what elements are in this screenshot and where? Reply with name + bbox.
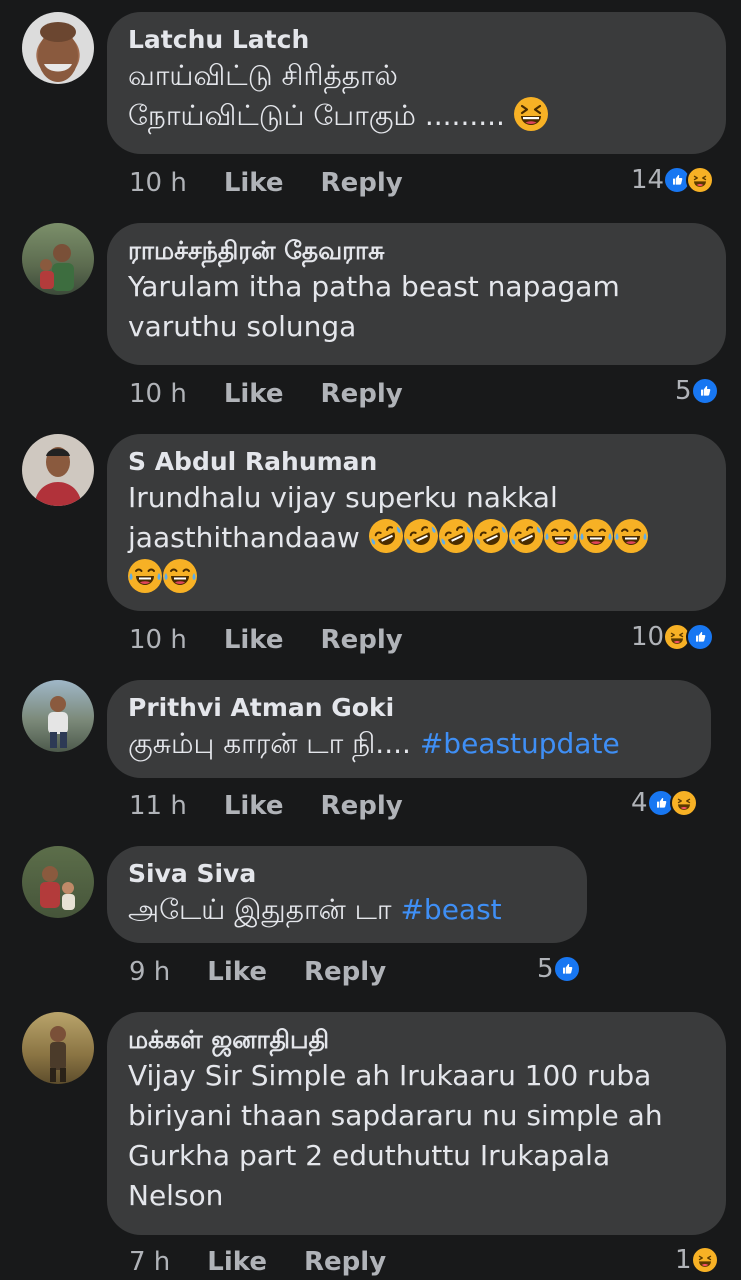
reply-button[interactable]: Reply — [321, 379, 403, 409]
comment-timestamp[interactable]: 10 h — [129, 379, 187, 409]
reply-button[interactable]: Reply — [321, 168, 403, 198]
comment-timestamp[interactable]: 10 h — [129, 168, 187, 198]
haha-icon — [690, 1246, 719, 1274]
reaction-count: 10 — [631, 622, 665, 652]
rolling-laughing-emoji — [509, 519, 543, 553]
reaction-summary[interactable]: 14 — [631, 163, 715, 197]
like-button[interactable]: Like — [207, 957, 267, 987]
comment-text-line: Gurkha part 2 eduthuttu Irukapala — [128, 1139, 611, 1172]
reaction-summary[interactable]: 1 — [675, 1243, 719, 1277]
comment-meta: 9 h Like Reply — [129, 955, 386, 989]
grinning-squint-emoji — [514, 97, 548, 131]
rolling-laughing-emoji — [439, 519, 473, 553]
comment-text-line: biriyani thaan sapdararu nu simple ah — [128, 1099, 663, 1132]
comment-author[interactable]: Siva Siva — [128, 858, 565, 890]
comment-text-line: varuthu solunga — [128, 310, 357, 343]
reaction-summary[interactable]: 5 — [675, 374, 719, 408]
tears-of-joy-emoji — [544, 519, 578, 553]
reply-button[interactable]: Reply — [321, 791, 403, 821]
avatar[interactable] — [22, 12, 94, 84]
comment-meta: 10 h Like Reply — [129, 166, 403, 200]
comment-text-line: jaasthithandaaw — [128, 521, 360, 554]
comment-meta: 10 h Like Reply — [129, 377, 403, 411]
comment-bubble[interactable]: S Abdul Rahuman Irundhalu vijay superku … — [107, 434, 726, 611]
tears-of-joy-emoji — [614, 519, 648, 553]
comment-text-line: Vijay Sir Simple ah Irukaaru 100 ruba — [128, 1059, 652, 1092]
reaction-summary[interactable]: 4 — [631, 786, 698, 820]
haha-icon — [686, 166, 715, 194]
comment-bubble[interactable]: Latchu Latch வாய்விட்டு சிரித்தால் நோய்வ… — [107, 12, 726, 154]
reaction-summary[interactable]: 10 — [631, 620, 715, 654]
comment-text: அடேய் இதுதான் டா — [128, 893, 392, 926]
like-icon — [690, 377, 719, 405]
comment-author[interactable]: மக்கள் ஜனாதிபதி — [128, 1024, 704, 1056]
comment-bubble[interactable]: Prithvi Atman Goki குசும்பு காரன் டா நி.… — [107, 680, 711, 778]
avatar[interactable] — [22, 680, 94, 752]
rolling-laughing-emoji — [404, 519, 438, 553]
comment-text-line: Nelson — [128, 1179, 224, 1212]
reaction-count: 14 — [631, 165, 665, 195]
like-button[interactable]: Like — [224, 625, 284, 655]
like-button[interactable]: Like — [207, 1247, 267, 1277]
comment-author[interactable]: ராமச்சந்திரன் தேவராசு — [128, 235, 704, 267]
comment-timestamp[interactable]: 10 h — [129, 625, 187, 655]
rolling-laughing-emoji — [474, 519, 508, 553]
tears-of-joy-emoji — [163, 559, 197, 593]
comment-bubble[interactable]: மக்கள் ஜனாதிபதி Vijay Sir Simple ah Iruk… — [107, 1012, 726, 1235]
reply-button[interactable]: Reply — [321, 625, 403, 655]
comment-meta: 11 h Like Reply — [129, 789, 403, 823]
comment-meta: 7 h Like Reply — [129, 1245, 386, 1279]
hashtag-link[interactable]: #beast — [400, 893, 501, 926]
reaction-count: 1 — [675, 1245, 692, 1275]
comment-author[interactable]: Prithvi Atman Goki — [128, 692, 689, 724]
comment-author[interactable]: S Abdul Rahuman — [128, 446, 704, 478]
comment-timestamp[interactable]: 7 h — [129, 1247, 170, 1277]
comment-text-line: Irundhalu vijay superku nakkal — [128, 481, 558, 514]
like-button[interactable]: Like — [224, 379, 284, 409]
like-button[interactable]: Like — [224, 791, 284, 821]
reply-button[interactable]: Reply — [304, 957, 386, 987]
like-icon — [686, 623, 715, 651]
reaction-count: 5 — [675, 376, 692, 406]
avatar[interactable] — [22, 846, 94, 918]
tears-of-joy-emoji — [128, 559, 162, 593]
comment-text: குசும்பு காரன் டா நி.... — [128, 727, 411, 760]
avatar[interactable] — [22, 1012, 94, 1084]
comment-timestamp[interactable]: 11 h — [129, 791, 187, 821]
comment-timestamp[interactable]: 9 h — [129, 957, 170, 987]
reply-button[interactable]: Reply — [304, 1247, 386, 1277]
reaction-summary[interactable]: 5 — [537, 952, 581, 986]
comment-text-line: Yarulam itha patha beast napagam — [128, 270, 620, 303]
comment-bubble[interactable]: Siva Siva அடேய் இதுதான் டா #beast — [107, 846, 587, 943]
comment-author[interactable]: Latchu Latch — [128, 24, 704, 56]
avatar[interactable] — [22, 434, 94, 506]
like-icon — [552, 955, 581, 983]
reaction-count: 4 — [631, 788, 648, 818]
comment-text-line: வாய்விட்டு சிரித்தால் — [128, 59, 398, 92]
haha-icon — [669, 789, 698, 817]
comment-text-line: நோய்விட்டுப் போகும் ......... — [128, 99, 505, 132]
like-button[interactable]: Like — [224, 168, 284, 198]
reaction-count: 5 — [537, 954, 554, 984]
avatar[interactable] — [22, 223, 94, 295]
hashtag-link[interactable]: #beastupdate — [420, 727, 620, 760]
comment-bubble[interactable]: ராமச்சந்திரன் தேவராசு Yarulam itha patha… — [107, 223, 726, 365]
rolling-laughing-emoji — [369, 519, 403, 553]
tears-of-joy-emoji — [579, 519, 613, 553]
comment-meta: 10 h Like Reply — [129, 623, 403, 657]
